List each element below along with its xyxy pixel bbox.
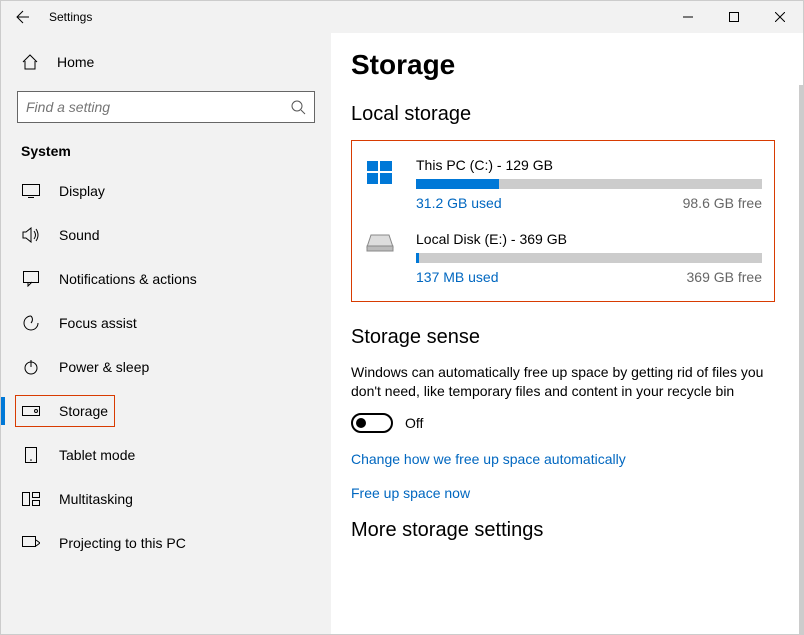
disk-drive-icon bbox=[360, 231, 400, 271]
close-icon bbox=[775, 12, 785, 22]
display-icon bbox=[21, 184, 41, 198]
drive-used: 31.2 GB used bbox=[416, 195, 502, 211]
page-title: Storage bbox=[351, 49, 775, 81]
storage-icon bbox=[21, 406, 41, 416]
projecting-icon bbox=[21, 536, 41, 550]
power-icon bbox=[21, 359, 41, 375]
back-arrow-icon bbox=[13, 9, 29, 25]
search-icon bbox=[290, 99, 306, 115]
sound-icon bbox=[21, 227, 41, 243]
sidebar-item-sound[interactable]: Sound bbox=[1, 213, 331, 257]
search-input[interactable] bbox=[26, 99, 290, 115]
sidebar-item-power-sleep[interactable]: Power & sleep bbox=[1, 345, 331, 389]
sidebar-item-label: Storage bbox=[59, 403, 108, 419]
window-title: Settings bbox=[41, 10, 92, 24]
sidebar-item-label: Display bbox=[59, 183, 105, 199]
sidebar-group-system: System bbox=[1, 137, 331, 169]
sidebar-item-projecting[interactable]: Projecting to this PC bbox=[1, 521, 331, 565]
link-change-free-up[interactable]: Change how we free up space automaticall… bbox=[351, 451, 775, 467]
maximize-icon bbox=[729, 12, 739, 22]
drive-progress bbox=[416, 179, 762, 189]
storage-sense-toggle[interactable] bbox=[351, 413, 393, 433]
sidebar-home[interactable]: Home bbox=[1, 45, 331, 79]
minimize-icon bbox=[683, 12, 693, 22]
drives-highlight-box: This PC (C:) - 129 GB 31.2 GB used 98.6 … bbox=[351, 140, 775, 302]
sidebar-item-focus-assist[interactable]: Focus assist bbox=[1, 301, 331, 345]
titlebar: Settings bbox=[1, 1, 803, 33]
drive-title: Local Disk (E:) - 369 GB bbox=[416, 231, 762, 247]
sidebar-item-label: Multitasking bbox=[59, 491, 133, 507]
drive-e[interactable]: Local Disk (E:) - 369 GB 137 MB used 369… bbox=[360, 225, 762, 291]
sidebar-item-storage[interactable]: Storage bbox=[1, 389, 331, 433]
drive-title: This PC (C:) - 129 GB bbox=[416, 157, 762, 173]
drive-progress bbox=[416, 253, 762, 263]
sidebar-item-multitasking[interactable]: Multitasking bbox=[1, 477, 331, 521]
sidebar-item-tablet-mode[interactable]: Tablet mode bbox=[1, 433, 331, 477]
maximize-button[interactable] bbox=[711, 1, 757, 33]
drive-used: 137 MB used bbox=[416, 269, 499, 285]
sidebar-item-label: Notifications & actions bbox=[59, 271, 197, 287]
sidebar-item-label: Power & sleep bbox=[59, 359, 149, 375]
local-storage-heading: Local storage bbox=[351, 103, 775, 126]
sidebar-item-label: Sound bbox=[59, 227, 99, 243]
main-content: Storage Local storage This PC (C:) - 129… bbox=[331, 33, 803, 634]
sidebar-home-label: Home bbox=[57, 54, 94, 70]
scrollbar[interactable] bbox=[799, 85, 803, 634]
multitasking-icon bbox=[21, 492, 41, 506]
sidebar-item-label: Focus assist bbox=[59, 315, 137, 331]
storage-sense-description: Windows can automatically free up space … bbox=[351, 363, 771, 401]
minimize-button[interactable] bbox=[665, 1, 711, 33]
sidebar-item-notifications[interactable]: Notifications & actions bbox=[1, 257, 331, 301]
tablet-icon bbox=[21, 447, 41, 463]
close-button[interactable] bbox=[757, 1, 803, 33]
sidebar-item-label: Projecting to this PC bbox=[59, 535, 186, 551]
sidebar: Home System Display Sound Notifications … bbox=[1, 33, 331, 634]
search-box[interactable] bbox=[17, 91, 315, 123]
toggle-label: Off bbox=[405, 415, 423, 431]
sidebar-item-display[interactable]: Display bbox=[1, 169, 331, 213]
sidebar-item-label: Tablet mode bbox=[59, 447, 135, 463]
link-free-up-now[interactable]: Free up space now bbox=[351, 485, 775, 501]
storage-sense-heading: Storage sense bbox=[351, 326, 775, 349]
drive-free: 369 GB free bbox=[687, 269, 763, 285]
notifications-icon bbox=[21, 271, 41, 287]
windows-drive-icon bbox=[360, 157, 400, 197]
back-button[interactable] bbox=[1, 1, 41, 33]
drive-free: 98.6 GB free bbox=[683, 195, 762, 211]
more-storage-heading: More storage settings bbox=[351, 519, 775, 542]
focus-assist-icon bbox=[21, 315, 41, 331]
drive-c[interactable]: This PC (C:) - 129 GB 31.2 GB used 98.6 … bbox=[360, 151, 762, 225]
home-icon bbox=[21, 53, 41, 71]
